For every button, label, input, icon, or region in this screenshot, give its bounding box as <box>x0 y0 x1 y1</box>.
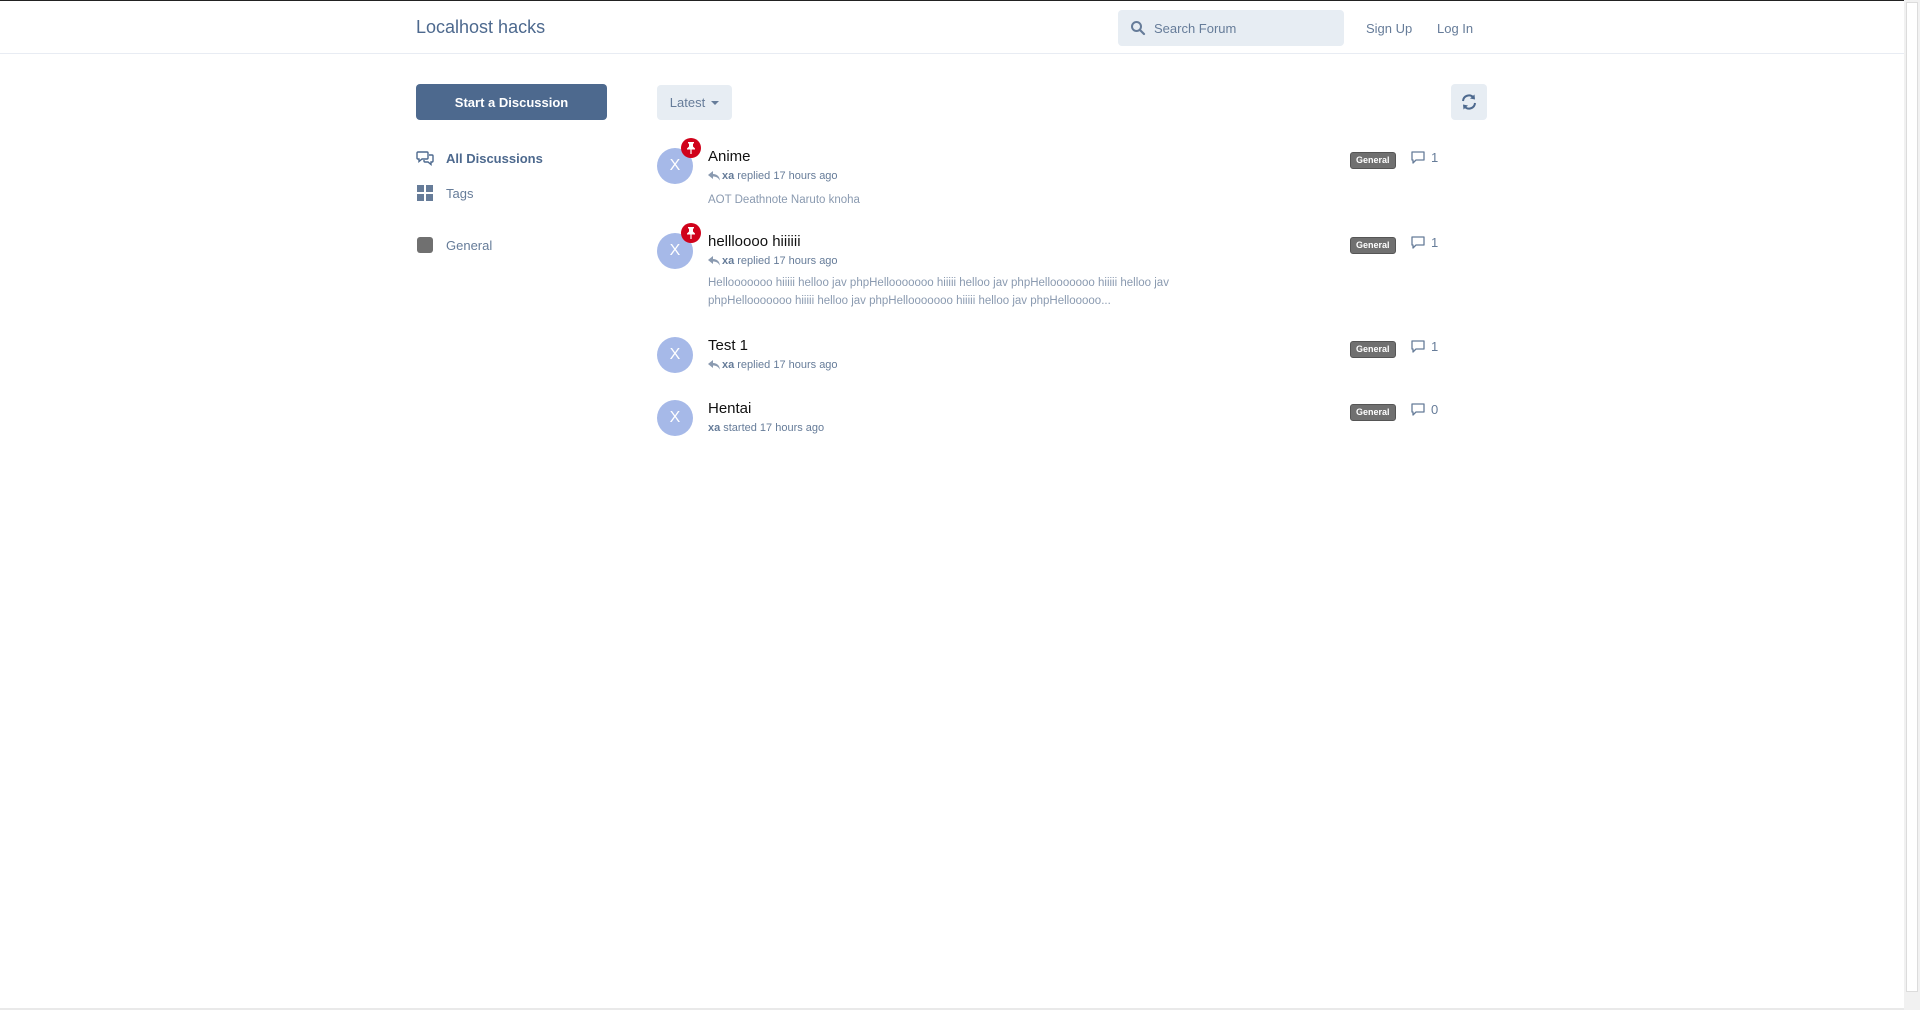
comment-icon <box>1411 403 1425 416</box>
reply-count-value: 1 <box>1431 150 1439 165</box>
discussion-username[interactable]: xa <box>722 255 734 267</box>
pin-icon <box>681 223 701 243</box>
discussion-meta: xa replied 17 hours ago <box>708 359 838 371</box>
tag-square-icon <box>416 236 434 254</box>
discussion-title[interactable]: Hentai <box>708 400 751 417</box>
discussion-title[interactable]: Anime <box>708 148 751 165</box>
sort-label: Latest <box>669 95 706 110</box>
reply-count-value: 1 <box>1431 235 1439 250</box>
discussion-meta: xa started 17 hours ago <box>708 422 824 434</box>
sidebar-item-label: General <box>446 237 493 253</box>
discussion-meta-text: replied 17 hours ago <box>737 255 838 267</box>
tag-badge[interactable]: General <box>1350 152 1396 169</box>
discussion-excerpt: AOT Deathnote Naruto knoha <box>708 194 860 206</box>
discussion-meta-text: started 17 hours ago <box>723 422 825 434</box>
reply-count-value: 1 <box>1431 339 1439 354</box>
reply-icon <box>708 256 720 266</box>
refresh-icon <box>1462 94 1476 110</box>
discussion-username[interactable]: xa <box>722 170 734 182</box>
avatar[interactable]: X <box>657 400 693 436</box>
discussion-item[interactable]: X hellloooo hiiiiii xa replied 17 hours … <box>657 223 1457 313</box>
discussion-meta: xa replied 17 hours ago <box>708 255 838 267</box>
discussion-meta-text: replied 17 hours ago <box>737 170 838 182</box>
discussion-item[interactable]: X Test 1 xa replied 17 hours ago General… <box>657 337 1457 377</box>
tag-badge[interactable]: General <box>1350 341 1396 358</box>
discussion-item[interactable]: X Hentai xa started 17 hours ago General… <box>657 400 1457 440</box>
discussion-title[interactable]: Test 1 <box>708 337 748 354</box>
discussion-title[interactable]: hellloooo hiiiiii <box>708 233 801 250</box>
discussion-excerpt: Hellooooooo hiiiii helloo jav phpHellooo… <box>708 277 1169 307</box>
sign-up-link[interactable]: Sign Up <box>1366 21 1412 36</box>
comment-icon <box>1411 151 1425 164</box>
forum-title[interactable]: Localhost hacks <box>416 17 545 38</box>
search-box[interactable] <box>1118 10 1348 46</box>
sidebar-item-label: All Discussions <box>446 150 543 166</box>
sidebar-item-general[interactable]: General <box>416 235 492 255</box>
log-in-link[interactable]: Log In <box>1437 21 1473 36</box>
discussion-meta-text: replied 17 hours ago <box>737 359 838 371</box>
grid-icon <box>416 184 434 202</box>
sort-dropdown[interactable]: Latest <box>657 85 732 120</box>
comment-icon <box>1411 236 1425 249</box>
tag-badge[interactable]: General <box>1350 404 1396 421</box>
reply-count: 0 <box>1411 402 1438 417</box>
discussion-meta: xa replied 17 hours ago <box>708 170 838 182</box>
tag-badge[interactable]: General <box>1350 237 1396 254</box>
start-discussion-button[interactable]: Start a Discussion <box>416 84 607 120</box>
site-header: Localhost hacks Sign Up Log In <box>0 1 1904 54</box>
caret-down-icon <box>711 100 720 105</box>
reply-count: 1 <box>1411 150 1438 165</box>
scrollbar-thumb[interactable] <box>1906 2 1918 992</box>
comment-icon <box>1411 340 1425 353</box>
discussion-item[interactable]: X Anime xa replied 17 hours ago AOT Deat… <box>657 138 1457 208</box>
comments-icon <box>416 149 434 167</box>
search-icon <box>1131 21 1146 36</box>
reply-icon <box>708 171 720 181</box>
discussion-username[interactable]: xa <box>722 359 734 371</box>
avatar[interactable]: X <box>657 337 693 373</box>
reply-count: 1 <box>1411 235 1438 250</box>
sidebar-item-all-discussions[interactable]: All Discussions <box>416 148 543 168</box>
discussion-username[interactable]: xa <box>708 422 720 434</box>
reply-icon <box>708 360 720 370</box>
sidebar-item-tags[interactable]: Tags <box>416 183 473 203</box>
reply-count: 1 <box>1411 339 1438 354</box>
reply-count-value: 0 <box>1431 402 1439 417</box>
pin-icon <box>681 138 701 158</box>
search-input[interactable] <box>1150 10 1348 46</box>
refresh-button[interactable] <box>1451 84 1487 120</box>
sidebar-item-label: Tags <box>446 185 474 201</box>
